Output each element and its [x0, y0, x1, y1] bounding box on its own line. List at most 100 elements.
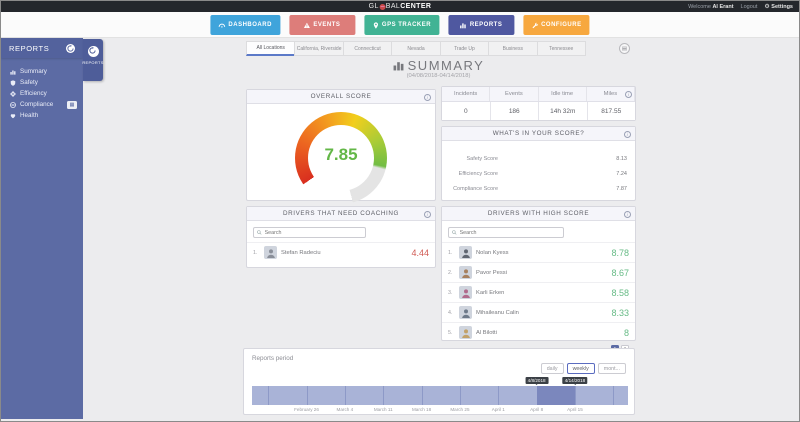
sidebar-item-safety[interactable]: Safety: [10, 77, 83, 88]
driver-name: Mihaileanu Calin: [476, 310, 607, 316]
driver-row[interactable]: 2. Pavor Pessi 8.67: [442, 262, 635, 282]
stats-strip: Incidents Events Idle time Miles i 0 186…: [441, 86, 636, 121]
reports-period-label: Reports period: [252, 355, 293, 362]
axis-label: March 18: [412, 407, 431, 412]
nav-events-button[interactable]: EVENTS: [289, 15, 355, 35]
sidebar-handle-label: REPORTS: [82, 60, 103, 65]
tab-location-3[interactable]: Connecticut: [343, 41, 391, 56]
sidebar-item-health[interactable]: Health: [10, 110, 83, 121]
stat-label-idle-time: Idle time: [539, 87, 587, 101]
driver-row[interactable]: 5. Al Bilotti 8: [442, 322, 635, 342]
axis-label: April 1: [492, 407, 505, 412]
info-icon[interactable]: i: [624, 131, 631, 138]
card-header: OVERALL SCORE i: [247, 90, 435, 104]
monthly-button[interactable]: mont...: [598, 363, 626, 374]
axis-label: March 25: [450, 407, 469, 412]
axis-label: March 4: [337, 407, 354, 412]
tab-location-6[interactable]: Business: [488, 41, 536, 56]
tab-location-5[interactable]: Trade Up: [440, 41, 488, 56]
period-timeline-band[interactable]: 4/8/2018 4/14/2018: [252, 386, 628, 405]
title-chart-icon: [393, 60, 404, 71]
weekly-button[interactable]: weekly: [567, 363, 595, 374]
sidebar-item-label: Compliance: [20, 101, 53, 108]
driver-row[interactable]: 1. Nolan Kyess 8.78: [442, 242, 635, 262]
report-date-range: (04/08/2018-04/14/2018): [246, 73, 631, 79]
nav-reports-button[interactable]: REPORTS: [448, 15, 514, 35]
reports-sidebar: REPORTS Summary Safety Efficiency Compli…: [1, 38, 83, 419]
high-score-search[interactable]: [448, 227, 564, 238]
main-nav: DASHBOARD EVENTS GPS TRACKER REPORTS CON…: [1, 12, 799, 38]
score-bars: Safety Score 8.13 Efficiency Score 7.24 …: [442, 141, 635, 196]
range-start-tooltip: 4/8/2018: [525, 377, 548, 384]
selected-week-segment[interactable]: [537, 386, 575, 405]
logout-link[interactable]: Logout: [741, 4, 758, 10]
search-input[interactable]: [460, 230, 560, 236]
info-icon[interactable]: i: [424, 211, 431, 218]
location-pin-icon: [372, 22, 379, 29]
stat-label-incidents: Incidents: [442, 87, 490, 101]
wrench-icon: [531, 22, 538, 29]
stat-value-incidents: 0: [442, 102, 491, 120]
tab-location-2[interactable]: California, Riverside: [294, 41, 342, 56]
search-icon: [452, 230, 457, 235]
axis-label: April 15: [567, 407, 583, 412]
tab-location-4[interactable]: Nevada: [391, 41, 439, 56]
driver-score: 8: [624, 328, 629, 338]
nav-dashboard-button[interactable]: DASHBOARD: [210, 15, 280, 35]
sidebar-item-efficiency[interactable]: Efficiency: [10, 88, 83, 99]
stat-value-events: 186: [491, 102, 540, 120]
card-header: WHAT'S IN YOUR SCORE? i: [442, 127, 635, 141]
driver-avatar: [459, 326, 472, 339]
steering-wheel-icon: [10, 102, 16, 108]
axis-label: April 8: [530, 407, 543, 412]
range-end-tooltip: 4/14/2018: [562, 377, 587, 384]
search-input[interactable]: [265, 230, 362, 236]
sidebar-header: REPORTS: [1, 38, 83, 58]
driver-avatar: [264, 246, 277, 259]
sidebar-item-label: Efficiency: [20, 90, 47, 97]
bar-chart-icon: [460, 22, 467, 29]
high-score-drivers-card: DRIVERS WITH HIGH SCORE i 1. Nolan Kyess…: [441, 206, 636, 341]
sidebar-item-compliance[interactable]: Compliance ▦: [10, 99, 83, 110]
info-icon[interactable]: i: [625, 91, 632, 98]
info-icon[interactable]: i: [424, 94, 431, 101]
gear-icon: ⚙: [764, 4, 769, 10]
reports-period-card: Reports period daily weekly mont... 4/8/…: [243, 348, 635, 415]
location-tabs: All Locations California, Riverside Conn…: [246, 41, 586, 56]
overall-score-card: OVERALL SCORE i 7.85: [246, 89, 436, 201]
sidebar-item-summary[interactable]: Summary: [10, 66, 83, 77]
driver-row[interactable]: 1. Stefan Radeciu 4.44: [247, 242, 435, 262]
compliance-badge[interactable]: ▦: [67, 101, 77, 109]
compliance-score-bar: Compliance Score 7.87: [444, 181, 627, 196]
driver-score: 8.58: [611, 288, 629, 298]
driver-score: 4.44: [411, 248, 429, 258]
stat-value-miles: 817.55: [588, 102, 636, 120]
driver-row[interactable]: 4. Mihaileanu Calin 8.33: [442, 302, 635, 322]
stat-value-idle-time: 14h 32m: [539, 102, 588, 120]
nav-gps-tracker-button[interactable]: GPS TRACKER: [364, 15, 439, 35]
logo-text-right: BAL: [386, 3, 400, 10]
driver-avatar: [459, 286, 472, 299]
info-icon[interactable]: i: [624, 211, 631, 218]
user-name: Al Erant: [712, 4, 733, 10]
app-logo: GLBALCENTER: [369, 1, 432, 12]
gear-icon: [10, 91, 16, 97]
card-header: DRIVERS THAT NEED COACHING i: [247, 207, 435, 221]
axis-label: February 26: [294, 407, 319, 412]
driver-name: Pavor Pessi: [476, 270, 607, 276]
page-title: SUMMARY: [246, 58, 631, 73]
tab-all-locations[interactable]: All Locations: [246, 41, 294, 56]
refresh-icon[interactable]: [66, 44, 75, 53]
coaching-search[interactable]: [253, 227, 366, 238]
daily-button[interactable]: daily: [541, 363, 564, 374]
settings-link[interactable]: ⚙ Settings: [764, 3, 793, 10]
tab-location-7[interactable]: Tennessee: [537, 41, 586, 56]
nav-configure-button[interactable]: CONFIGURE: [523, 15, 590, 35]
sidebar-handle[interactable]: REPORTS: [83, 39, 103, 81]
warning-triangle-icon: [303, 22, 310, 29]
dashboard-gauge-icon: [218, 22, 225, 29]
panel-options-icon[interactable]: ▤: [619, 43, 630, 54]
timeline-axis: February 26 March 4 March 11 March 18 Ma…: [252, 407, 628, 414]
driver-row[interactable]: 3. Karli Erken 8.58: [442, 282, 635, 302]
driver-score: 8.78: [611, 248, 629, 258]
